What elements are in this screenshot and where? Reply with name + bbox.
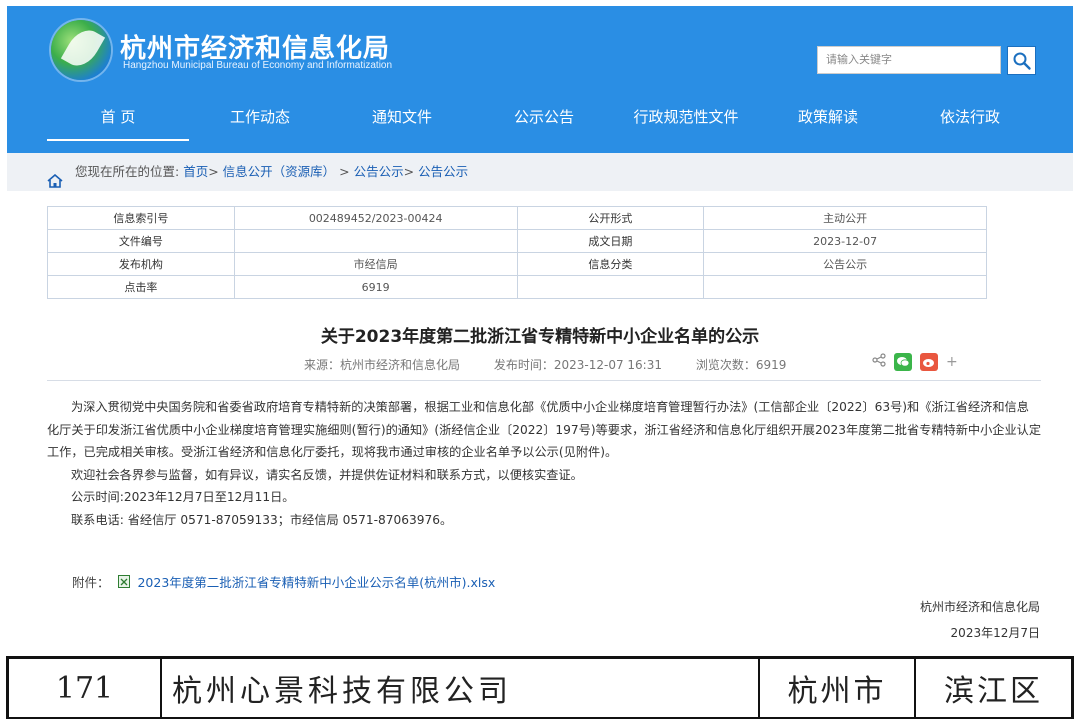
meta-key: 信息索引号 — [47, 206, 235, 230]
breadcrumb: 您现在所在的位置: 首页> 信息公开（资源库） > 公告公示> 公告公示 — [7, 153, 1073, 191]
attachment-label: 附件： — [72, 575, 110, 590]
signature-org: 杭州市经济和信息化局 — [919, 600, 1040, 614]
meta-value: 市经信局 — [233, 252, 518, 276]
breadcrumb-info-public[interactable]: 信息公开（资源库） — [223, 164, 336, 179]
breadcrumb-current[interactable]: 公告公示 — [418, 164, 468, 179]
meta-value: 主动公开 — [703, 206, 987, 230]
meta-value: 公告公示 — [703, 252, 987, 276]
meta-key: 信息分类 — [516, 252, 705, 276]
article-paragraph: 为深入贯彻党中央国务院和省委省政府培育专精特新的决策部署，根据工业和信息化部《优… — [47, 400, 1042, 459]
table-row: 点击率 6919 — [47, 275, 987, 299]
attachment: 附件： 2023年度第二批浙江省专精特新中小企业公示名单(杭州市).xlsx — [72, 572, 495, 591]
attachment-link[interactable]: 2023年度第二批浙江省专精特新中小企业公示名单(杭州市).xlsx — [137, 575, 495, 590]
divider — [47, 380, 1041, 381]
meta-value: 6919 — [233, 275, 518, 299]
meta-key: 成文日期 — [516, 229, 705, 253]
more-share-icon[interactable]: + — [946, 354, 958, 370]
table-row: 文件编号 成文日期 2023-12-07 — [47, 229, 987, 253]
meta-key: 公开形式 — [516, 206, 705, 230]
company-name: 杭州心景科技有限公司 — [160, 659, 758, 717]
table-row: 信息索引号 002489452/2023-00424 公开形式 主动公开 — [47, 206, 987, 230]
nav-announcements[interactable]: 公示公告 — [473, 101, 615, 145]
district-name: 滨江区 — [914, 659, 1074, 717]
breadcrumb-prefix: 您现在所在的位置: — [75, 164, 180, 179]
nav-regulations[interactable]: 行政规范性文件 — [615, 101, 757, 145]
meta-value — [233, 229, 518, 253]
row-number: 171 — [6, 659, 160, 717]
excel-file-icon — [117, 575, 130, 591]
company-list-row: 171 杭州心景科技有限公司 杭州市 滨江区 — [6, 656, 1074, 719]
article-paragraph: 联系电话: 省经信厅 0571-87059133；市经信局 0571-87063… — [71, 512, 453, 527]
breadcrumb-home[interactable]: 首页 — [183, 164, 208, 179]
nav-notices[interactable]: 通知文件 — [331, 101, 473, 145]
site-header: 杭州市经济和信息化局 Hangzhou Municipal Bureau of … — [7, 6, 1073, 153]
signature-date: 2023年12月7日 — [950, 626, 1040, 640]
site-subtitle: Hangzhou Municipal Bureau of Economy and… — [123, 60, 393, 71]
share-icon[interactable] — [872, 352, 886, 371]
meta-key: 文件编号 — [47, 229, 235, 253]
article-meta: 来源：杭州市经济和信息化局 发布时间：2023-12-07 16:31 浏览次数… — [304, 356, 816, 373]
home-icon[interactable] — [47, 165, 63, 203]
meta-value: 2023-12-07 — [703, 229, 987, 253]
meta-value: 002489452/2023-00424 — [233, 206, 518, 230]
weibo-icon[interactable] — [920, 352, 938, 371]
share-bar: + — [872, 352, 958, 371]
article-paragraph: 欢迎社会各界参与监督，如有异议，请实名反馈，并提供佐证材料和联系方式，以便核实查… — [71, 467, 583, 482]
nav-work-news[interactable]: 工作动态 — [189, 101, 331, 145]
article-pubtime: 发布时间：2023-12-07 16:31 — [493, 358, 662, 372]
document-meta-table: 信息索引号 002489452/2023-00424 公开形式 主动公开 文件编… — [47, 206, 987, 299]
city-name: 杭州市 — [758, 659, 914, 717]
meta-value — [703, 275, 987, 299]
article-title: 关于2023年度第二批浙江省专精特新中小企业名单的公示 — [320, 327, 760, 347]
article-paragraph: 公示时间:2023年12月7日至12月11日。 — [71, 490, 295, 504]
search-input[interactable]: 请输入关键字 — [817, 46, 1001, 74]
main-nav: 首 页 工作动态 通知文件 公示公告 行政规范性文件 政策解读 依法行政 — [47, 101, 1047, 145]
nav-policy-interpretation[interactable]: 政策解读 — [757, 101, 899, 145]
wechat-icon[interactable] — [894, 352, 912, 371]
breadcrumb-announcements[interactable]: 公告公示 — [354, 164, 404, 179]
nav-home[interactable]: 首 页 — [47, 101, 189, 145]
meta-key — [516, 275, 705, 299]
search-button[interactable] — [1007, 46, 1036, 75]
site-logo-icon[interactable] — [51, 20, 111, 80]
table-row: 发布机构 市经信局 信息分类 公告公示 — [47, 252, 987, 276]
article-source: 来源：杭州市经济和信息化局 — [304, 358, 461, 372]
article-body: 为深入贯彻党中央国务院和省委省政府培育专精特新的决策部署，根据工业和信息化部《优… — [47, 396, 1041, 531]
nav-law-administration[interactable]: 依法行政 — [899, 101, 1041, 145]
meta-key: 点击率 — [47, 275, 235, 299]
article-views: 浏览次数：6919 — [695, 358, 787, 372]
search-icon — [1013, 52, 1031, 70]
meta-key: 发布机构 — [47, 252, 235, 276]
